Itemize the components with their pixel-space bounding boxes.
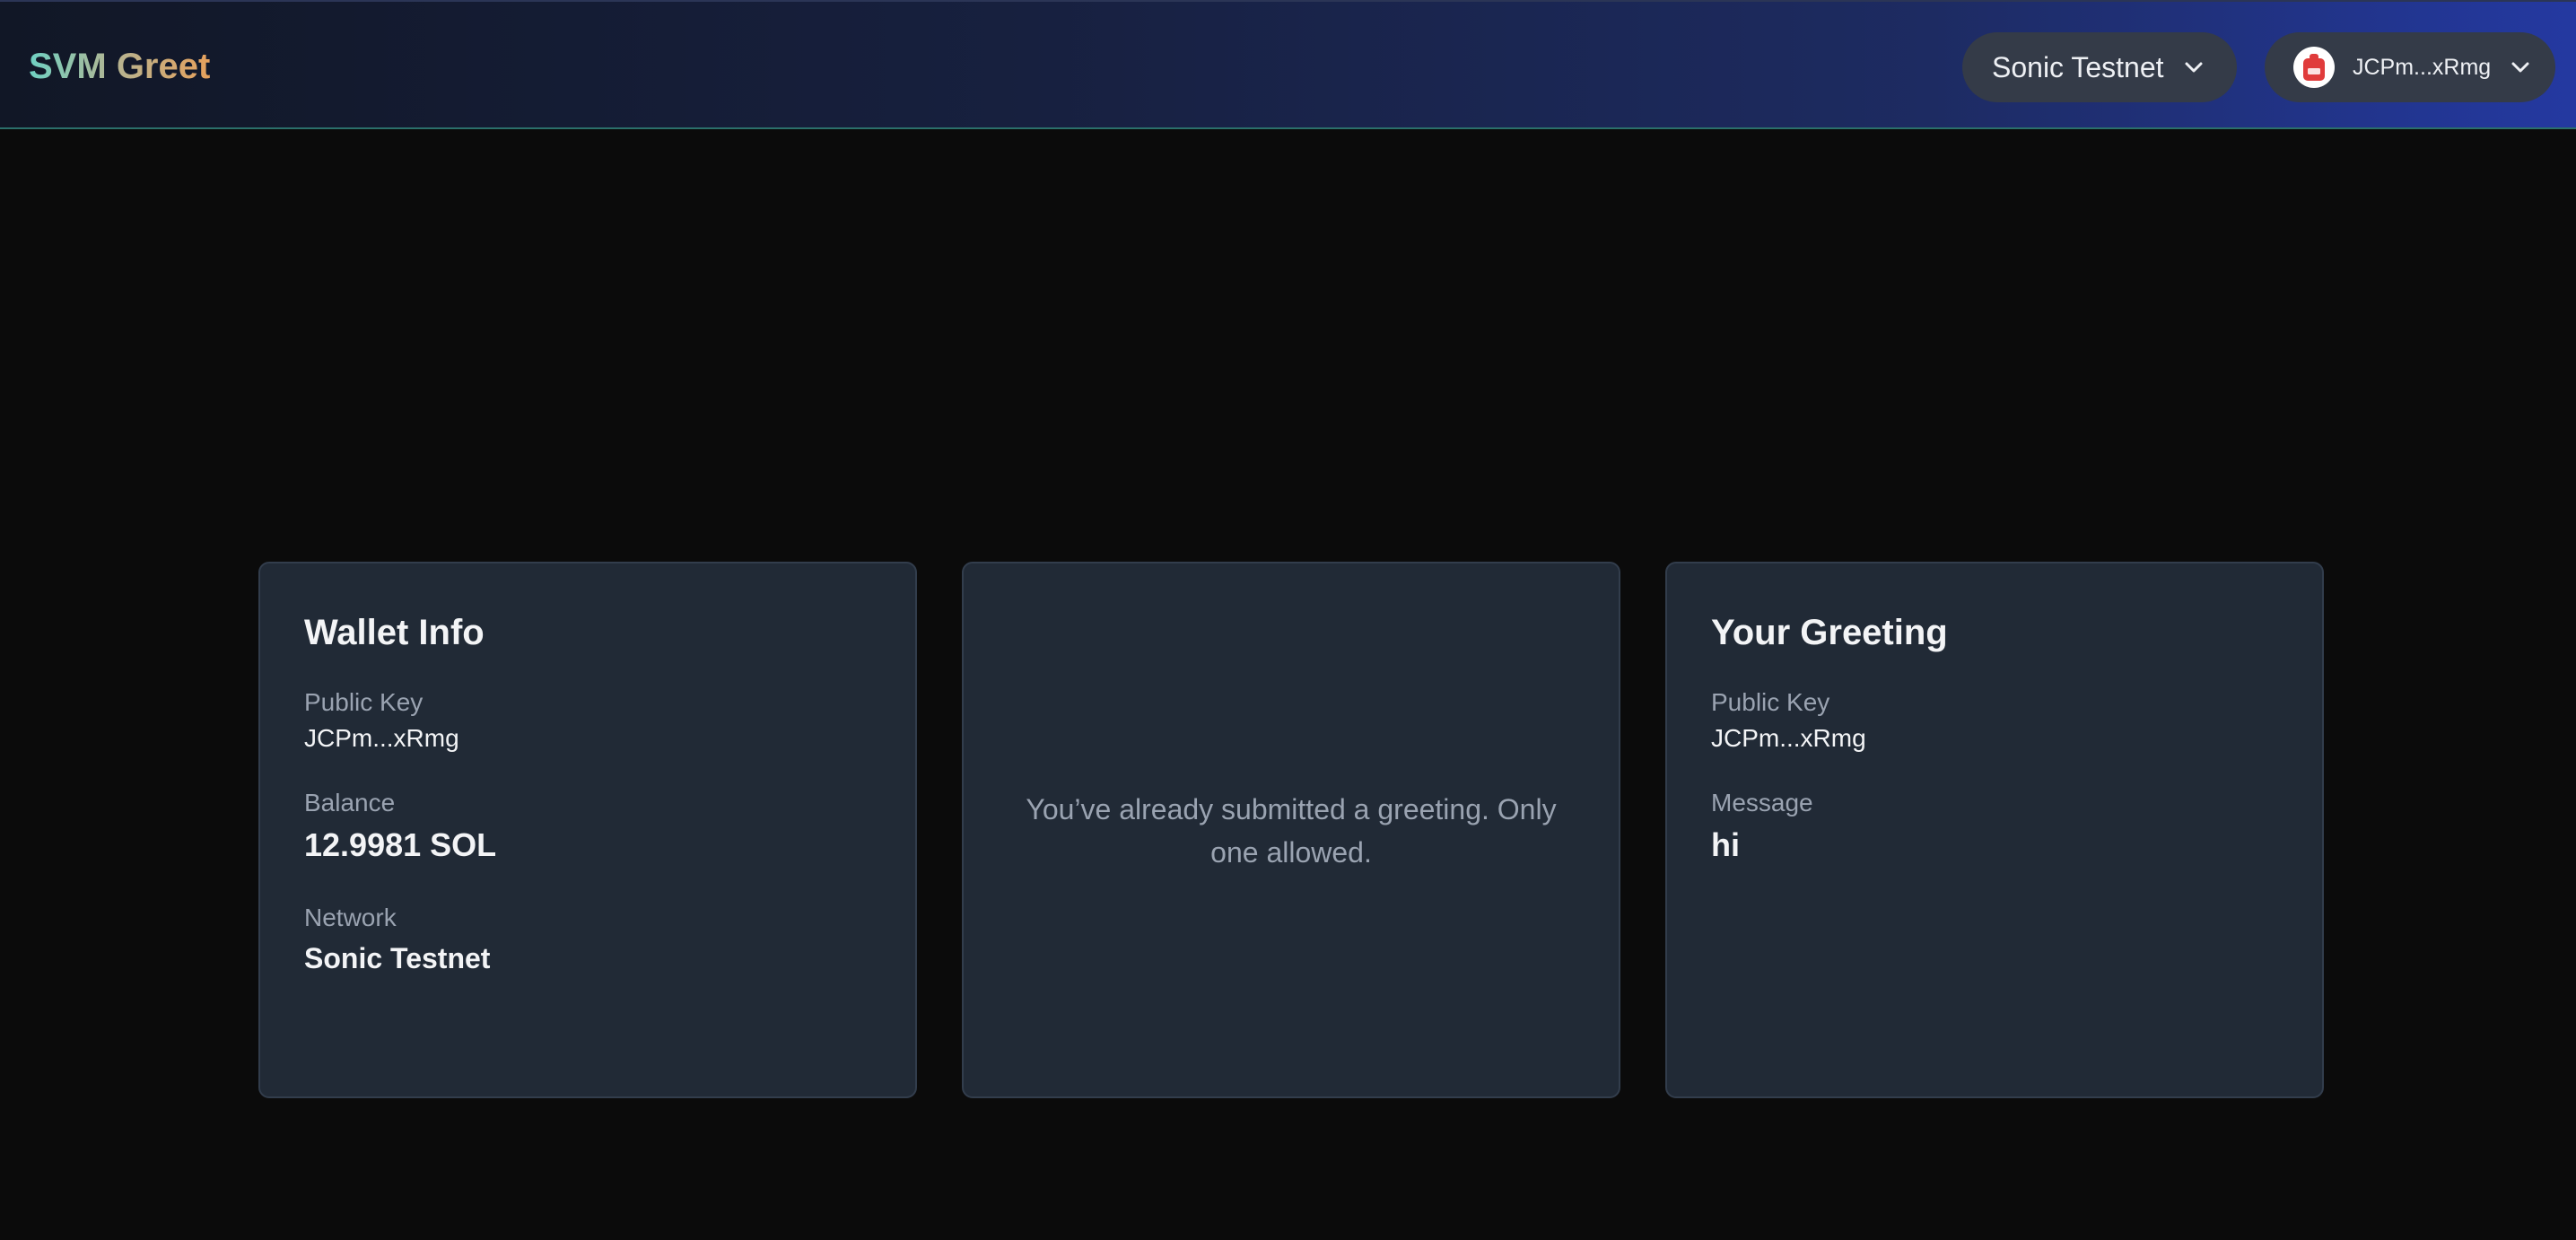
app-logo[interactable]: SVM Greet xyxy=(29,44,210,89)
your-greeting-title: Your Greeting xyxy=(1711,613,1948,652)
public-key-label: Public Key xyxy=(304,688,424,716)
balance-value: 12.9981 SOL xyxy=(304,826,497,863)
wallet-info-card: Wallet Info Public Key JCPm...xRmg Balan… xyxy=(258,562,917,1098)
top-navbar: SVM Greet Sonic Testnet JCPm...xRmg xyxy=(0,0,2576,129)
your-greeting-card: Your Greeting Public Key JCPm...xRmg Mes… xyxy=(1665,562,2324,1098)
greeting-public-key-value: JCPm...xRmg xyxy=(1711,724,1866,752)
wallet-account-button[interactable]: JCPm...xRmg xyxy=(2265,32,2555,102)
already-submitted-message: You’ve already submitted a greeting. Onl… xyxy=(1026,793,1557,869)
greeting-message-label: Message xyxy=(1711,789,1813,816)
network-value: Sonic Testnet xyxy=(304,942,491,974)
network-selector-button[interactable]: Sonic Testnet xyxy=(1962,32,2237,102)
greeting-message-value: hi xyxy=(1711,826,1740,863)
backpack-wallet-icon xyxy=(2293,47,2335,88)
network-label: Network xyxy=(304,904,397,931)
public-key-value: JCPm...xRmg xyxy=(304,724,459,752)
logo-text-greet: Greet xyxy=(116,47,211,86)
balance-label: Balance xyxy=(304,789,396,816)
chevron-down-icon xyxy=(2184,61,2204,74)
greeting-public-key-label: Public Key xyxy=(1711,688,1830,716)
logo-text-svm: SVM xyxy=(29,47,107,86)
wallet-info-title: Wallet Info xyxy=(304,613,485,652)
chevron-down-icon xyxy=(2511,61,2530,74)
greeting-status-card: You’ve already submitted a greeting. Onl… xyxy=(962,562,1620,1098)
network-selector-label: Sonic Testnet xyxy=(1992,50,2164,83)
wallet-address-label: JCPm...xRmg xyxy=(2353,54,2492,80)
